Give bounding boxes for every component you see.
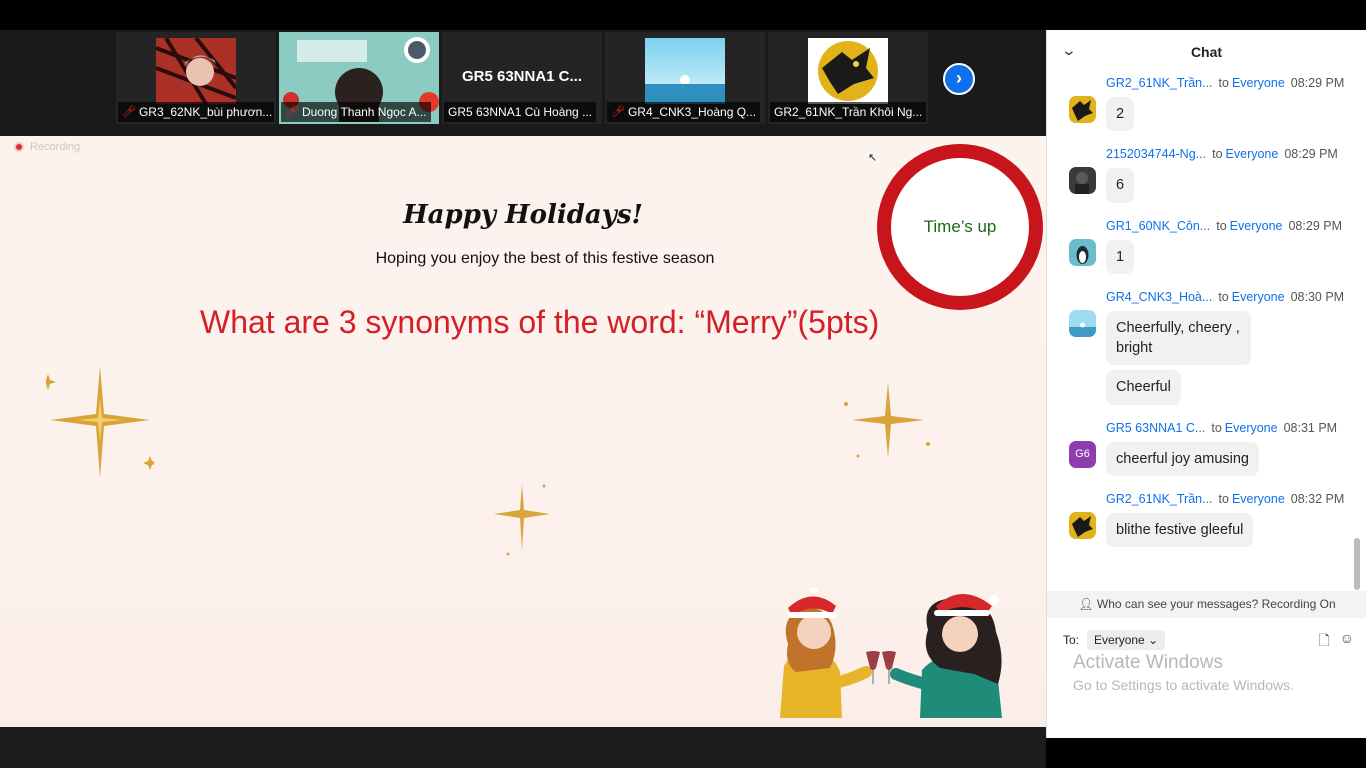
recipient-row: To: Everyone ⌄: [1063, 630, 1166, 650]
participant-display-name: GR5 63NNA1 C...: [461, 68, 583, 85]
chat-message-list[interactable]: GR2_61NK_Trần... to Everyone 08:29 PM 2 215…: [1047, 74, 1357, 589]
message-time: 08:29 PM: [1288, 218, 1342, 233]
slide-question: What are 3 synonyms of the word: “Merry”…: [200, 304, 880, 340]
participant-tile[interactable]: 🎤︎ GR4_CNK3_Hoàng Q...: [605, 32, 765, 124]
message-sender[interactable]: GR2_61NK_Trần...: [1106, 76, 1213, 90]
message-bubble: cheerful joy amusing: [1106, 441, 1259, 477]
to-word: to: [1218, 289, 1229, 304]
message-bubble: 2: [1106, 97, 1135, 132]
avatar[interactable]: [1069, 309, 1096, 337]
file-icon[interactable]: 🗋︎: [1318, 630, 1329, 654]
to-word: to: [1211, 420, 1222, 435]
message-sender[interactable]: GR1_60NK_Côn...: [1106, 219, 1210, 233]
message-sender[interactable]: 2152034744-Ng...: [1106, 147, 1206, 161]
message-bubble: Cheerful: [1106, 370, 1181, 405]
to-word: to: [1216, 218, 1227, 233]
participant-tile[interactable]: GR5 63NNA1 C... GR5 63NNA1 Cù Hoàng ...: [442, 32, 602, 124]
message-bubble: 6: [1106, 168, 1135, 203]
message-sender[interactable]: GR2_61NK_Trần...: [1106, 492, 1213, 506]
chevron-right-icon: ›: [956, 68, 962, 88]
message-recipient: Everyone: [1225, 147, 1279, 162]
sparkle-icon: [46, 366, 154, 478]
participant-thumbnail: [808, 38, 888, 104]
recording-indicator: Recording: [14, 141, 80, 153]
chat-header: ⌄ Chat: [1047, 30, 1366, 74]
chat-message: GR5 63NNA1 C... to Everyone 08:31 PM G6 che…: [1047, 419, 1357, 477]
participant-strip: 🎤︎ GR3_62NK_bùi phươn... 🎤︎ Duong Thanh …: [0, 30, 1046, 136]
participant-name: GR5 63NNA1 Cù Hoàng ...: [444, 102, 597, 122]
chat-scrollbar[interactable]: [1354, 538, 1360, 590]
participant-tile[interactable]: GR2_61NK_Trần Khôi Ng...: [768, 32, 928, 124]
to-word: to: [1212, 147, 1223, 162]
message-recipient: Everyone: [1231, 76, 1285, 90]
avatar[interactable]: [1069, 512, 1096, 540]
composer-tools: 🗋︎ ☺︎: [1318, 630, 1354, 654]
message-time: 08:31 PM: [1283, 420, 1338, 435]
chat-message: GR1_60NK_Côn... to Everyone 08:29 PM 1: [1047, 217, 1357, 274]
shared-screen-slide: Recording ↖ Happy Holidays! Hoping you e…: [0, 136, 1046, 727]
avatar[interactable]: [1069, 238, 1096, 266]
to-label: To:: [1063, 633, 1080, 647]
message-recipient: Everyone: [1229, 218, 1283, 233]
recipient-select[interactable]: Everyone ⌄: [1087, 630, 1166, 650]
message-time: 08:30 PM: [1290, 289, 1345, 304]
chat-message: GR2_61NK_Trần... to Everyone 08:29 PM 2: [1047, 74, 1357, 132]
user-lock-icon: 👤︎: [1078, 597, 1094, 611]
participant-name: GR2_61NK_Trần Khôi Ng...: [770, 102, 926, 122]
countdown-timer: Time’s up: [877, 144, 1043, 310]
toasting-friends-illustration: [780, 588, 1002, 718]
to-word: to: [1218, 76, 1229, 90]
message-bubble: blithe festive gleeful: [1106, 513, 1254, 548]
message-bubble: 1: [1106, 239, 1135, 274]
windows-activation-hint: Go to Settings to activate Windows.: [1073, 677, 1294, 693]
mouse-cursor-icon: ↖: [868, 152, 878, 164]
message-recipient: Everyone: [1231, 289, 1285, 304]
message-sender[interactable]: GR5 63NNA1 C...: [1106, 421, 1205, 435]
avatar[interactable]: [1069, 96, 1096, 123]
bottom-black-bar: [1046, 738, 1366, 768]
chat-message: 2152034744-Ng... to Everyone 08:29 PM 6: [1047, 145, 1357, 203]
mic-muted-icon: 🎤︎: [611, 106, 625, 118]
participant-name: 🎤︎ GR3_62NK_bùi phươn...: [118, 102, 274, 122]
participant-name: 🎤︎ GR4_CNK3_Hoàng Q...: [607, 102, 761, 122]
message-sender[interactable]: GR4_CNK3_Hoà...: [1106, 290, 1212, 304]
message-recipient: Everyone: [1224, 420, 1278, 435]
chat-message: GR2_61NK_Trần... to Everyone 08:32 PM blith…: [1047, 490, 1357, 548]
participant-tile-active[interactable]: 🎤︎ Duong Thanh Ngọc A...: [279, 32, 439, 124]
top-bar: [0, 0, 1366, 30]
message-time: 08:32 PM: [1290, 492, 1345, 507]
message-time: 08:29 PM: [1290, 76, 1345, 90]
avatar[interactable]: [1069, 167, 1096, 195]
sparkle-icon: [844, 382, 930, 458]
mic-muted-icon: 🎤︎: [122, 106, 136, 118]
meeting-toolbar: [0, 727, 1046, 768]
windows-activation-watermark: Activate Windows: [1073, 652, 1223, 673]
message-recipient: Everyone: [1231, 492, 1285, 507]
sparkle-icon: [494, 484, 550, 556]
participant-tile[interactable]: 🎤︎ GR3_62NK_bùi phươn...: [116, 32, 276, 124]
message-visibility-note[interactable]: 👤︎ Who can see your messages? Recording …: [1047, 591, 1366, 618]
record-icon: [14, 142, 24, 152]
participant-thumbnail: [156, 38, 236, 104]
mic-muted-icon: 🎤︎: [285, 106, 299, 118]
chat-panel: ⌄ Chat GR2_61NK_Trần... to Everyone 08:29 P…: [1046, 30, 1366, 738]
avatar[interactable]: G6: [1069, 440, 1096, 468]
timer-label: Time’s up: [923, 217, 997, 236]
next-page-button[interactable]: ›: [943, 63, 975, 95]
participant-name: 🎤︎ Duong Thanh Ngọc A...: [281, 102, 431, 122]
message-time: 08:29 PM: [1284, 147, 1338, 162]
message-bubble: Cheerfully, cheery , bright: [1106, 310, 1251, 366]
emoji-icon[interactable]: ☺︎: [1340, 630, 1354, 654]
participant-thumbnail: [645, 38, 725, 104]
to-word: to: [1218, 492, 1229, 507]
chat-message: GR4_CNK3_Hoà... to Everyone 08:30 PM Cheerf…: [1047, 288, 1357, 405]
chevron-down-icon: ⌄: [1148, 633, 1159, 647]
chat-title: Chat: [1190, 44, 1223, 60]
